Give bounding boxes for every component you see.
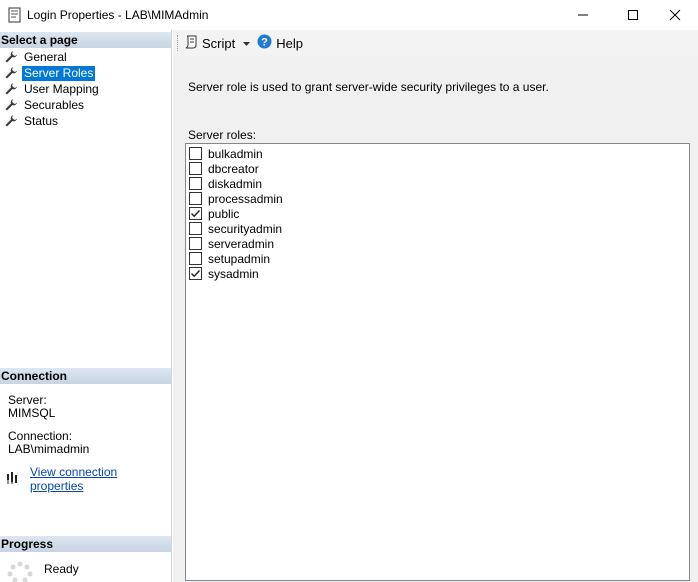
- role-checkbox[interactable]: [189, 177, 202, 190]
- checkmark-icon: [191, 270, 201, 278]
- view-connection-row: View connection properties: [6, 465, 171, 493]
- progress-header: Progress: [0, 536, 171, 552]
- maximize-button[interactable]: [610, 0, 656, 30]
- nav-item-status[interactable]: Status: [0, 113, 171, 129]
- role-name: setupadmin: [208, 251, 271, 266]
- nav-item-label: Server Roles: [22, 65, 96, 81]
- role-checkbox[interactable]: [189, 147, 202, 160]
- role-item-sysadmin[interactable]: sysadmin: [189, 266, 259, 281]
- close-icon: [669, 9, 681, 21]
- wrench-icon: [5, 115, 17, 127]
- role-item-serveradmin[interactable]: serveradmin: [189, 236, 274, 251]
- role-name: serveradmin: [208, 236, 275, 251]
- role-item-bulkadmin[interactable]: bulkadmin: [189, 146, 263, 161]
- role-item-public[interactable]: public: [189, 206, 239, 221]
- close-button[interactable]: [652, 0, 698, 30]
- role-name: diskadmin: [208, 176, 263, 191]
- role-checkbox[interactable]: [189, 237, 202, 250]
- nav-item-label: Status: [24, 113, 59, 128]
- role-checkbox[interactable]: [189, 267, 202, 280]
- help-label: Help: [276, 35, 303, 51]
- role-item-processadmin[interactable]: processadmin: [189, 191, 283, 206]
- title-bar: Login Properties - LAB\MIMAdmin: [0, 0, 698, 30]
- server-info: Server: MIMSQL: [8, 394, 55, 420]
- progress-row: Ready: [6, 560, 79, 582]
- role-checkbox[interactable]: [189, 192, 202, 205]
- server-roles-list[interactable]: bulkadmin dbcreator diskadmin processadmin p…: [185, 143, 690, 581]
- progress-spinner-icon: [6, 560, 34, 582]
- role-name: sysadmin: [208, 266, 259, 281]
- script-label: Script: [202, 35, 236, 51]
- connection-properties-icon: [6, 471, 22, 488]
- script-dropdown-arrow[interactable]: [243, 36, 251, 50]
- checkmark-icon: [191, 210, 201, 218]
- role-name: bulkadmin: [208, 146, 263, 161]
- connection-value: LAB\mimadmin: [8, 442, 90, 456]
- view-connection-properties-link[interactable]: View connection properties: [30, 465, 171, 493]
- role-item-diskadmin[interactable]: diskadmin: [189, 176, 262, 191]
- wrench-icon: [5, 83, 17, 95]
- chevron-down-icon: [243, 42, 251, 46]
- nav-item-label: Securables: [24, 97, 85, 112]
- svg-text:?: ?: [261, 37, 268, 49]
- role-checkbox[interactable]: [189, 207, 202, 220]
- page-description: Server role is used to grant server-wide…: [188, 80, 549, 94]
- nav-item-general[interactable]: General: [0, 49, 171, 65]
- script-icon: [184, 35, 198, 52]
- nav-item-user-mapping[interactable]: User Mapping: [0, 81, 171, 97]
- role-checkbox[interactable]: [189, 252, 202, 265]
- role-checkbox[interactable]: [189, 222, 202, 235]
- nav-item-label: User Mapping: [24, 81, 99, 96]
- toolbar: Script ? Help: [173, 30, 698, 56]
- role-name: public: [208, 206, 240, 221]
- main-content: Server role is used to grant server-wide…: [173, 56, 698, 582]
- progress-status: Ready: [44, 562, 79, 576]
- help-button[interactable]: ? Help: [257, 34, 303, 52]
- script-button[interactable]: Script: [184, 35, 235, 52]
- page-nav-list: General Server Roles User Mapping Securable…: [0, 49, 171, 129]
- wrench-icon: [5, 67, 17, 79]
- role-checkbox[interactable]: [189, 162, 202, 175]
- left-panel: Select a page General Server Roles User Ma…: [0, 30, 172, 582]
- server-value: MIMSQL: [8, 406, 56, 420]
- connection-info: Connection: LAB\mimadmin: [8, 430, 89, 456]
- toolbar-grip: [177, 35, 178, 51]
- nav-item-securables[interactable]: Securables: [0, 97, 171, 113]
- window-title: Login Properties - LAB\MIMAdmin: [27, 8, 209, 22]
- wrench-icon: [5, 99, 17, 111]
- role-item-securityadmin[interactable]: securityadmin: [189, 221, 282, 236]
- minimize-button[interactable]: [560, 0, 606, 30]
- nav-item-label: General: [24, 49, 67, 64]
- app-icon: [8, 7, 22, 23]
- role-name: processadmin: [208, 191, 283, 206]
- maximize-icon: [628, 10, 638, 20]
- role-item-setupadmin[interactable]: setupadmin: [189, 251, 270, 266]
- minimize-icon: [578, 14, 588, 16]
- connection-header: Connection: [0, 368, 171, 384]
- select-page-header: Select a page: [0, 32, 171, 48]
- wrench-icon: [5, 51, 17, 63]
- server-roles-label: Server roles:: [188, 128, 257, 142]
- nav-item-server-roles[interactable]: Server Roles: [0, 65, 171, 81]
- help-icon: ?: [257, 34, 272, 52]
- role-name: dbcreator: [208, 161, 259, 176]
- role-item-dbcreator[interactable]: dbcreator: [189, 161, 259, 176]
- role-name: securityadmin: [208, 221, 283, 236]
